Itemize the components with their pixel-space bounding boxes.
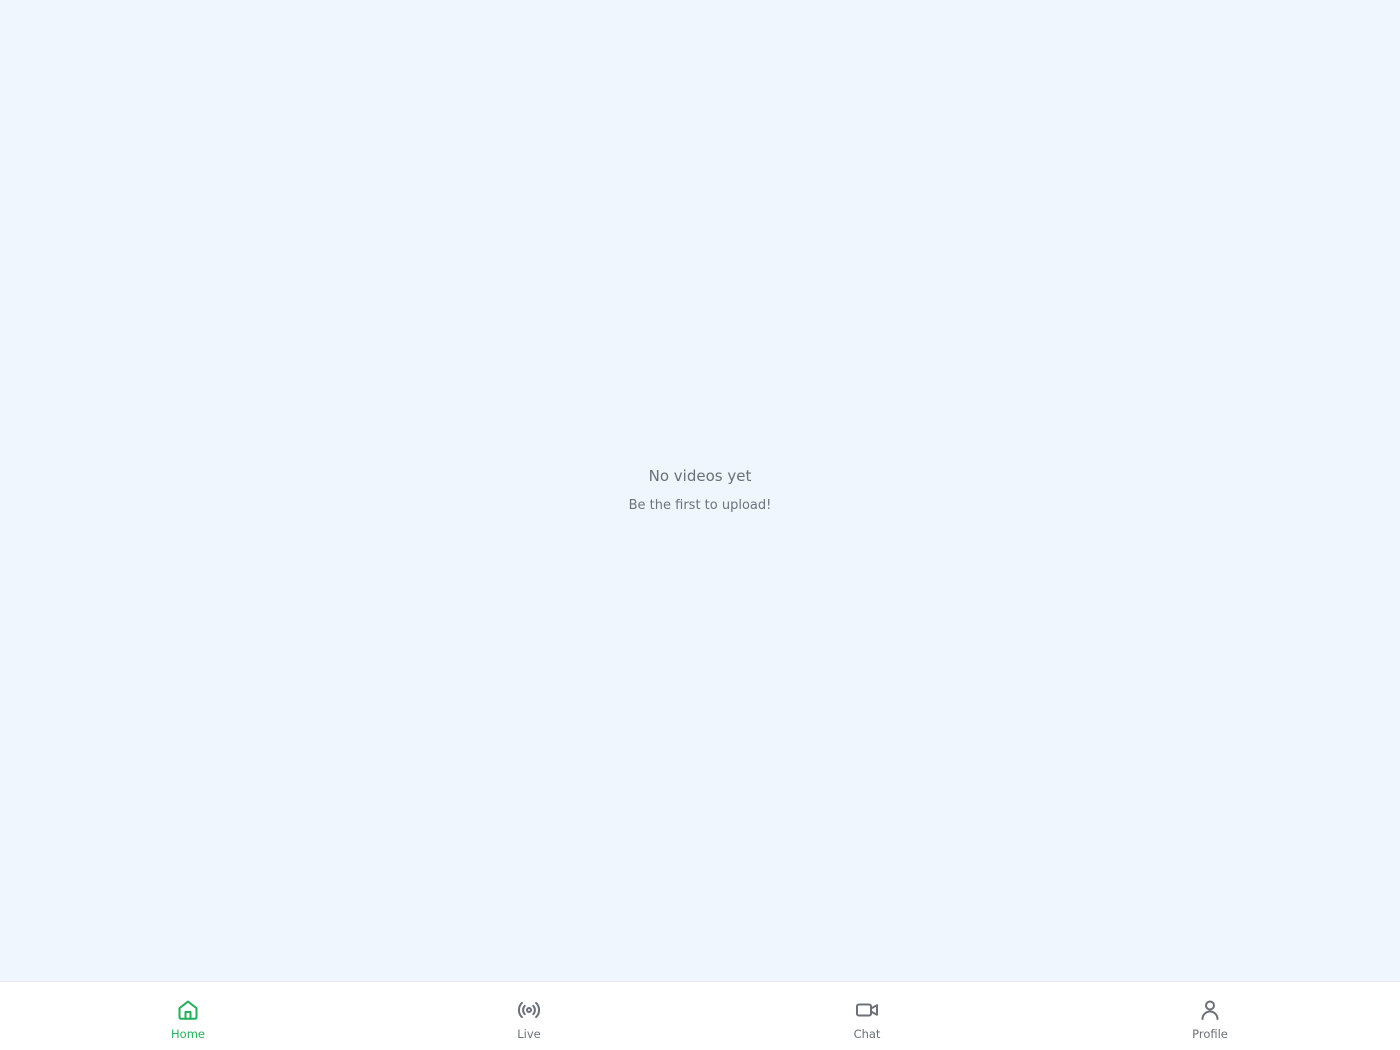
user-icon <box>1198 998 1222 1022</box>
empty-state-title: No videos yet <box>648 467 752 485</box>
nav-label-chat: Chat <box>853 1027 881 1041</box>
nav-item-live[interactable]: Live <box>469 982 589 1050</box>
broadcast-icon <box>517 998 541 1022</box>
nav-item-home[interactable]: Home <box>128 982 248 1050</box>
empty-state-subtitle: Be the first to upload! <box>628 498 772 513</box>
empty-state: No videos yet Be the first to upload! <box>0 466 1400 515</box>
home-icon <box>176 998 200 1022</box>
nav-label-live: Live <box>517 1027 541 1041</box>
nav-label-home: Home <box>171 1027 205 1041</box>
nav-item-profile[interactable]: Profile <box>1150 982 1270 1050</box>
nav-label-profile: Profile <box>1192 1027 1228 1041</box>
video-camera-icon <box>855 998 879 1022</box>
nav-item-chat[interactable]: Chat <box>807 982 927 1050</box>
app-screen: No videos yet Be the first to upload! Ho… <box>0 0 1400 1050</box>
bottom-navigation: Home Live Chat Profile <box>0 981 1400 1050</box>
